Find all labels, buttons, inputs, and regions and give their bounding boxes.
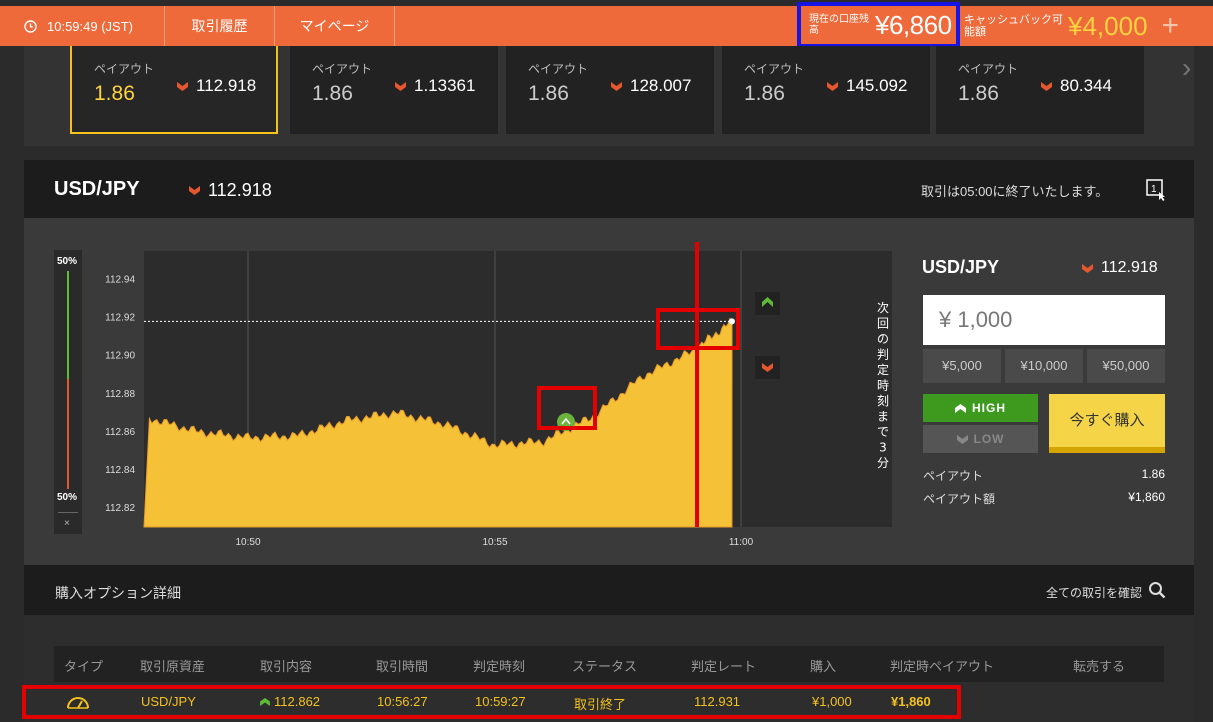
col-purchase: 購入 [810, 659, 837, 674]
countdown-label-char: 判 [877, 348, 889, 362]
countdown-label-char: ま [877, 410, 889, 424]
trade-pair: USD/JPY [922, 257, 1000, 277]
col-judge-rate: 判定レート [691, 659, 757, 674]
asset-rate: 112.918 [177, 76, 256, 96]
pair-title: USD/JPY [54, 178, 140, 200]
top-bar: 10:59:49 (JST) 取引履歴 マイページ 現在の口座残高 ¥6,860… [0, 2, 1213, 48]
annotation-row-highlight [22, 685, 961, 719]
clock-time: 10:59:49 (JST) [47, 18, 133, 34]
countdown-label-char: 定 [877, 362, 889, 377]
account-balance: 現在の口座残高 ¥6,860 [797, 2, 960, 48]
col-time: 取引時間 [376, 659, 429, 674]
chart-panel: 50% 50% × 10:50 10:55 11:00 112.94 112.92 112… [24, 218, 1194, 565]
countdown-label-char: 次 [877, 301, 889, 315]
y-tick-label: 112.90 [105, 351, 135, 362]
down-arrow-icon [177, 81, 188, 91]
y-tick-label: 112.92 [105, 313, 135, 324]
col-resell: 転売する [1073, 659, 1126, 674]
cashback-label: キャッシュバック可能額 [964, 14, 1063, 38]
price-chart: 10:50 10:55 11:00 112.94 112.92 112.90 112.88 1… [105, 242, 892, 548]
payout-label: ペイアウト [94, 62, 155, 76]
one-click-icon[interactable]: 1 [1146, 179, 1168, 201]
x-tick-label: 10:50 [235, 537, 260, 548]
cashback-value: ¥4,000 [1068, 10, 1148, 41]
current-rate-dot [728, 318, 735, 325]
countdown-label-char: の [877, 332, 889, 346]
payout-label: ペイアウト [958, 62, 1019, 76]
countdown-label-char: 3 [879, 441, 887, 455]
add-funds-button[interactable]: + [1162, 9, 1180, 43]
clock: 10:59:49 (JST) [0, 6, 165, 46]
asset-card-eurjpy[interactable]: ペイアウト 1.86 128.007 [506, 46, 714, 134]
clock-icon [24, 19, 37, 33]
asset-card-eurusd[interactable]: ペイアウト 1.86 1.13361 [290, 46, 498, 134]
down-arrow-icon [189, 186, 200, 195]
down-arrow-icon [1082, 263, 1093, 273]
countdown-label-char: 刻 [877, 394, 889, 408]
asset-card-gbpjpy[interactable]: ペイアウト 1.86 145.092 [722, 46, 930, 134]
trade-rate: 112.918 [1082, 259, 1158, 277]
asset-card-audjpy[interactable]: ペイアウト 1.86 80.344 [936, 46, 1144, 134]
options-header: 購入オプション詳細 全ての取引を確認 [24, 565, 1194, 615]
buy-now-button[interactable]: 今すぐ購入 [1049, 394, 1165, 453]
table-header: タイプ 取引原資産 取引内容 取引時間 判定時刻 ステータス 判定レート 購入 … [54, 646, 1164, 682]
options-title: 購入オプション詳細 [55, 585, 181, 601]
countdown-label-char: 分 [877, 456, 889, 470]
down-arrow-icon [395, 81, 406, 91]
nav-mypage[interactable]: マイページ [275, 6, 395, 46]
chevron-right-icon[interactable]: › [1182, 52, 1191, 84]
preset-10000-button[interactable]: ¥10,000 [1005, 349, 1083, 383]
low-button[interactable]: LOW [923, 425, 1038, 453]
balance-value: ¥6,860 [875, 9, 952, 40]
preset-50000-button[interactable]: ¥50,000 [1087, 349, 1165, 383]
payout-label: ペイアウト [744, 62, 805, 76]
y-tick-label: 112.86 [105, 427, 135, 438]
high-marker-box [755, 292, 780, 315]
down-arrow-icon [1041, 81, 1052, 91]
search-icon[interactable] [1148, 581, 1166, 599]
nav-trade-history[interactable]: 取引履歴 [165, 6, 275, 46]
svg-text:1: 1 [1151, 184, 1157, 195]
asset-rate: 128.007 [611, 76, 691, 96]
asset-tabs: ペイアウト 1.86 112.918 ペイアウト 1.86 1.13361 ペイ… [24, 46, 1194, 146]
payout-label: ペイアウト [312, 62, 373, 76]
col-type: タイプ [64, 659, 104, 674]
amount-input[interactable]: ¥ 1,000 [923, 295, 1165, 345]
asset-rate: 145.092 [827, 76, 907, 96]
current-rate: 112.918 [189, 180, 272, 201]
col-content: 取引内容 [260, 659, 313, 674]
col-status: ステータス [572, 659, 638, 674]
payout-label: ペイアウト [528, 62, 589, 76]
x-tick-label: 10:55 [482, 537, 507, 548]
view-all-trades-link[interactable]: 全ての取引を確認 [1046, 584, 1142, 601]
asset-title-bar: USD/JPY 112.918 取引は05:00に終了いたします。 1 [24, 160, 1194, 218]
down-arrow-icon [827, 81, 838, 91]
payout-row: ペイアウト 1.86 [923, 467, 1165, 483]
y-tick-label: 112.82 [105, 503, 135, 514]
col-asset: 取引原資産 [140, 659, 206, 674]
countdown-label-char: で [877, 425, 889, 439]
down-arrow-icon [956, 435, 968, 444]
balance-label: 現在の口座残高 [809, 14, 869, 36]
high-button[interactable]: HIGH [923, 394, 1038, 422]
payout-amount-row: ペイアウト額 ¥1,860 [923, 490, 1165, 506]
countdown-label-char: 時 [877, 379, 889, 393]
preset-5000-button[interactable]: ¥5,000 [923, 349, 1001, 383]
col-payout: 判定時ペイアウト [890, 659, 995, 674]
x-tick-label: 11:00 [729, 537, 754, 548]
y-tick-label: 112.94 [105, 275, 135, 286]
countdown-label-char: 回 [877, 317, 889, 331]
asset-rate: 1.13361 [395, 76, 475, 96]
up-arrow-icon [955, 404, 966, 413]
asset-card-usdjpy[interactable]: ペイアウト 1.86 112.918 [70, 46, 278, 134]
trade-end-info: 取引は05:00に終了いたします。 [921, 184, 1109, 199]
down-arrow-icon [611, 81, 622, 91]
col-judge-time: 判定時刻 [473, 659, 526, 674]
asset-rate: 80.344 [1041, 76, 1112, 96]
cashback: キャッシュバック可能額 ¥4,000 + [964, 6, 1179, 46]
y-tick-label: 112.88 [105, 389, 135, 400]
y-tick-label: 112.84 [105, 465, 135, 476]
